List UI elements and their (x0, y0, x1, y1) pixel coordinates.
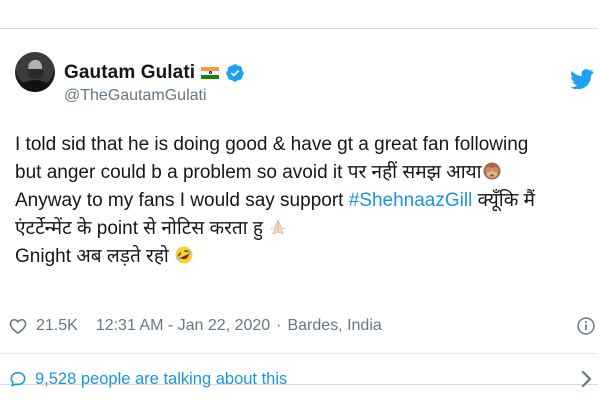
tweet-line-5-text: Gnight अब लड़ते रहो (15, 246, 175, 267)
chevron-right-icon[interactable] (579, 370, 593, 388)
see-no-evil-monkey-emoji (483, 162, 501, 180)
divider (0, 353, 598, 354)
author-name[interactable]: Gautam Gulati (64, 62, 195, 84)
comment-bubble-icon (10, 371, 26, 387)
avatar-shoulders (19, 80, 51, 92)
twitter-bird-icon[interactable] (570, 69, 594, 89)
info-icon[interactable] (576, 316, 596, 336)
india-flag-icon (201, 66, 220, 80)
avatar[interactable] (15, 52, 55, 92)
avatar-beard (28, 69, 43, 79)
tweet-line-1: I told sid that he is doing good & have … (15, 131, 595, 159)
tweet-line-3-after: क्यूँकि मैं (472, 190, 535, 211)
tweet-line-2-text: but anger could b a problem so avoid it … (15, 162, 482, 183)
tweet-meta-row: 21.5K 12:31 AM - Jan 22, 2020 · Bardes, … (8, 314, 382, 338)
talking-about-label[interactable]: 9,528 people are talking about this (35, 370, 287, 389)
tweet-timestamp[interactable]: 12:31 AM - Jan 22, 2020 (96, 317, 270, 335)
meta-separator: · (276, 317, 282, 334)
tweet-location[interactable]: Bardes, India (287, 317, 381, 335)
tweet-line-3: Anyway to my fans I would say support #S… (15, 187, 595, 215)
author-name-row: Gautam Gulati (64, 62, 245, 84)
like-count[interactable]: 21.5K (36, 317, 78, 335)
conversation-link[interactable]: 9,528 people are talking about this (8, 367, 287, 391)
tweet-line-4: एंटर्टेन्मेंट के point से नोटिस करता हु (15, 215, 595, 243)
rolling-laughing-emoji (175, 246, 193, 264)
tweet-line-4-text: एंटर्टेन्मेंट के point से नोटिस करता हु (15, 218, 269, 239)
hashtag-shehnaazgill-link[interactable]: #ShehnaazGill (349, 190, 473, 211)
tweet-line-1-text: I told sid that he is doing good & have … (15, 134, 529, 155)
tweet-line-3-before: Anyway to my fans I would say support (15, 190, 349, 211)
author-handle[interactable]: @TheGautamGulati (64, 87, 207, 105)
tweet-body: I told sid that he is doing good & have … (15, 131, 595, 271)
tweet-line-5: Gnight अब लड़ते रहो (15, 243, 595, 271)
tweet-card: Gautam Gulati @TheGautamGulati I told si… (0, 28, 598, 388)
verified-badge-icon (226, 64, 244, 82)
folded-hands-emoji (271, 219, 286, 235)
heart-icon[interactable] (8, 316, 28, 336)
tweet-line-2: but anger could b a problem so avoid it … (15, 159, 595, 187)
